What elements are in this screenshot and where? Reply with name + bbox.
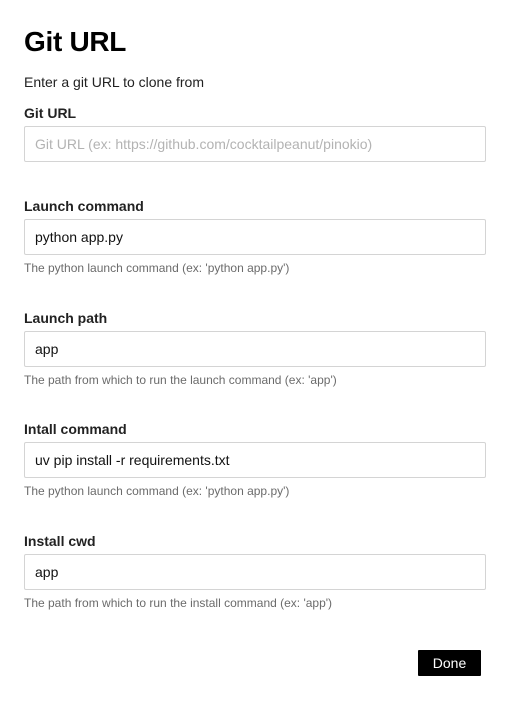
launch-command-help: The python launch command (ex: 'python a… bbox=[24, 261, 290, 275]
git-url-label: Git URL bbox=[24, 105, 77, 121]
install-cwd-help: The path from which to run the install c… bbox=[24, 596, 333, 610]
install-cwd-label: Install cwd bbox=[24, 533, 96, 549]
launch-path-label: Launch path bbox=[24, 310, 108, 326]
launch-path-input[interactable] bbox=[24, 331, 486, 367]
git-url-input[interactable] bbox=[24, 126, 486, 162]
install-command-input[interactable] bbox=[24, 442, 486, 478]
launch-command-input[interactable] bbox=[24, 219, 486, 255]
page-subtitle: Enter a git URL to clone from bbox=[24, 74, 205, 90]
install-command-label: Intall command bbox=[24, 421, 127, 437]
git-url-form: Git URL Enter a git URL to clone from Gi… bbox=[24, 0, 486, 704]
launch-path-help: The path from which to run the launch co… bbox=[24, 373, 337, 387]
page-title: Git URL bbox=[24, 26, 127, 57]
install-command-help: The python launch command (ex: 'python a… bbox=[24, 484, 290, 498]
done-button[interactable]: Done bbox=[418, 650, 481, 676]
launch-command-label: Launch command bbox=[24, 198, 144, 214]
install-cwd-input[interactable] bbox=[24, 554, 486, 590]
